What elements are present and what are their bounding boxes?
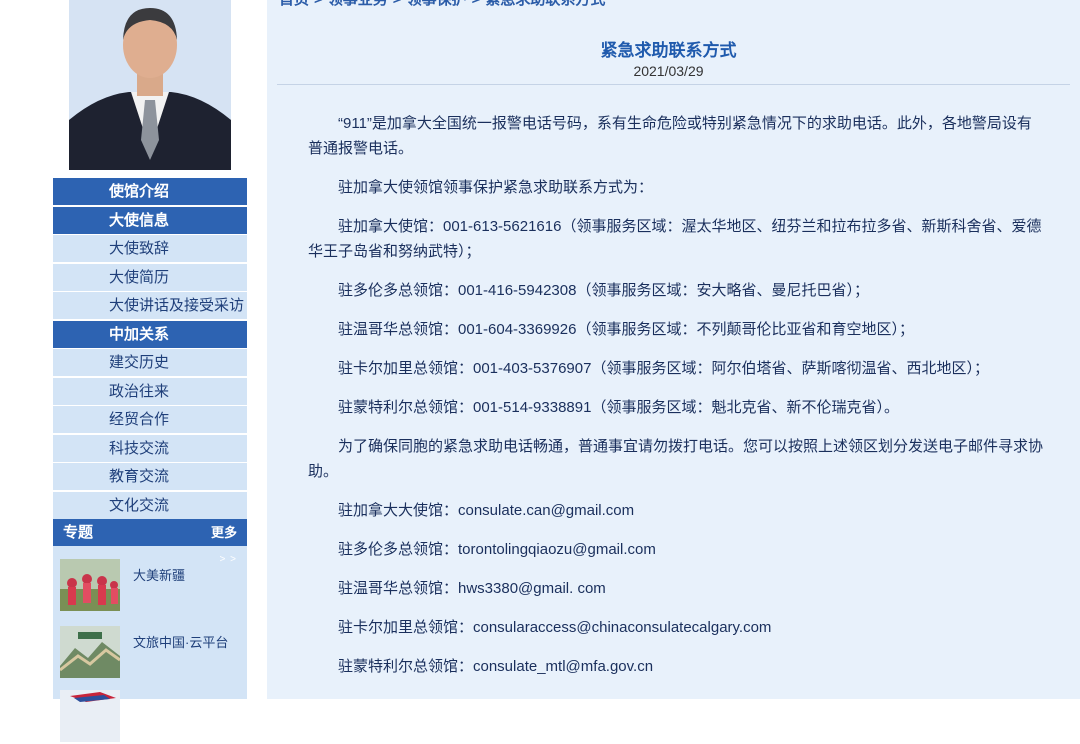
email-line: 驻多伦多总领馆：torontolingqiaozu@gmail.com (338, 541, 656, 558)
topic-item-xinjiang[interactable]: 大美新疆 (60, 559, 240, 613)
sidebar-item[interactable]: 科技交流 (53, 434, 247, 462)
main-content: 首页 > 领事业务 > 领事保护 > 紧急求助联系方式 紧急求助联系方式 2021/03/2… (267, 0, 1080, 699)
breadcrumb-separator: > (472, 0, 481, 8)
paragraph: 为了确保同胞的紧急求助电话畅通，普通事宜请勿拨打电话。您可以按照上述领区划分发送… (308, 438, 1044, 480)
sidebar-item[interactable]: 文化交流 (53, 491, 247, 519)
sidebar-item[interactable]: 大使讲话及接受采访 (53, 292, 247, 319)
topic-item-cloud-platform[interactable]: 文旅中国·云平台 (60, 626, 240, 680)
left-sidebar: 使馆介绍 大使信息 大使致辞 大使简历 大使讲话及接受采访 中加关系 建交历史 政治往来 经贸合… (53, 0, 247, 742)
great-wall-image (60, 626, 120, 678)
breadcrumb-protection[interactable]: 领事保护 (407, 0, 467, 8)
topics-panel: > > 大美新疆 文旅中国·云平台 (53, 546, 247, 742)
sidebar-item[interactable]: 使馆介绍 (53, 178, 247, 205)
paragraph: 驻卡尔加里总领馆：001-403-5376907（领事服务区域：阿尔伯塔省、萨斯… (338, 360, 989, 377)
article-title: 紧急求助联系方式 (600, 41, 737, 60)
topic-item-flag[interactable] (60, 690, 240, 744)
xinjiang-dancers-image (60, 559, 120, 611)
sidebar-item[interactable]: 大使信息 (53, 206, 247, 234)
sidebar-item[interactable]: 建交历史 (53, 349, 247, 376)
topics-header: 专题 更多 (53, 519, 247, 546)
breadcrumb-home[interactable]: 首页 (279, 0, 309, 8)
breadcrumb-consular[interactable]: 领事业务 (328, 0, 388, 8)
topics-more-link[interactable]: 更多 (211, 519, 237, 546)
email-line: 驻蒙特利尔总领馆：consulate_mtl@mfa.gov.cn (338, 658, 654, 675)
topics-title: 专题 (63, 524, 94, 541)
sidebar-item[interactable]: 大使致辞 (53, 235, 247, 262)
email-line: 驻加拿大大使馆：consulate.can@gmail.com (338, 502, 635, 519)
title-divider (277, 84, 1070, 85)
article-date: 2021/03/29 (633, 63, 704, 79)
email-line: 驻卡尔加里总领馆：consularaccess@chinaconsulateca… (338, 619, 772, 636)
paragraph: 驻蒙特利尔总领馆：001-514-9338891（领事服务区域：魁北克省、新不伦… (338, 399, 899, 416)
ambassador-photo (69, 0, 231, 170)
paragraph: 驻加拿大使领馆领事保护紧急求助联系方式为： (338, 179, 654, 196)
topic-label: 大美新疆 (133, 568, 186, 583)
breadcrumb-separator: > (314, 0, 323, 8)
paragraph: 驻多伦多总领馆：001-416-5942308（领事服务区域：安大略省、曼尼托巴… (338, 282, 869, 299)
email-line: 驻温哥华总领馆：hws3380@gmail. com (338, 580, 606, 597)
paragraph: 驻加拿大使馆：001-613-5621616（领事服务区域：渥太华地区、纽芬兰和… (308, 218, 1042, 260)
sidebar-item[interactable]: 教育交流 (53, 463, 247, 490)
sidebar-item[interactable]: 经贸合作 (53, 406, 247, 433)
sidebar-item[interactable]: 中加关系 (53, 320, 247, 348)
sidebar-nav: 使馆介绍 大使信息 大使致辞 大使简历 大使讲话及接受采访 中加关系 建交历史 政治往来 经贸合… (53, 178, 247, 520)
paragraph: 驻温哥华总领馆：001-604-3369926（领事服务区域：不列颠哥伦比亚省和… (338, 321, 914, 338)
paragraph: “911”是加拿大全国统一报警电话号码，系有生命危险或特别紧急情况下的求助电话。… (308, 115, 1032, 157)
breadcrumb: 首页 > 领事业务 > 领事保护 > 紧急求助联系方式 (279, 0, 605, 9)
breadcrumb-separator: > (393, 0, 402, 8)
flag-image (60, 690, 120, 742)
sidebar-item[interactable]: 大使简历 (53, 263, 247, 291)
sidebar-item[interactable]: 政治往来 (53, 377, 247, 405)
topic-label: 文旅中国·云平台 (133, 635, 229, 650)
breadcrumb-current: 紧急求助联系方式 (485, 0, 605, 8)
